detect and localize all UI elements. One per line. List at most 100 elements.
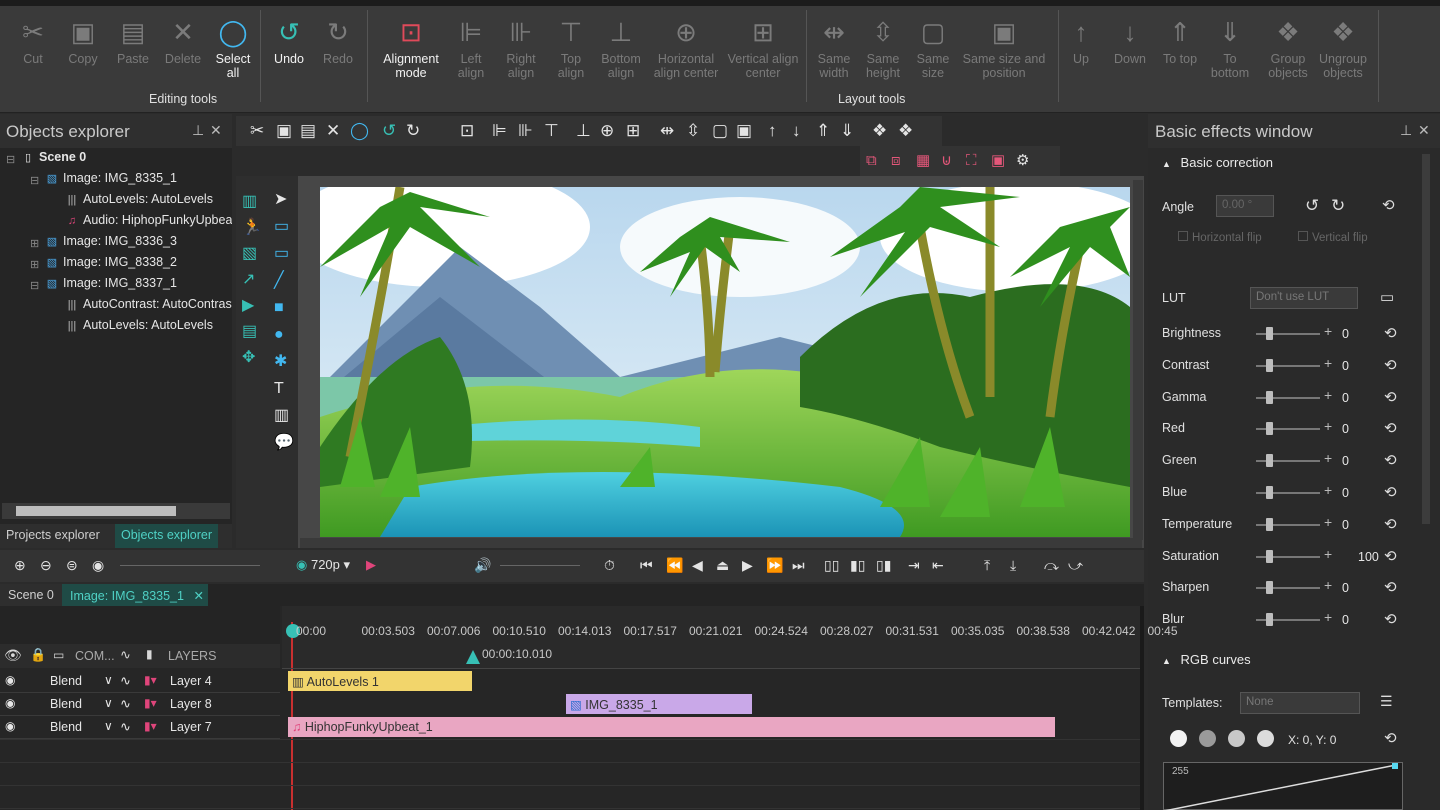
- skip-start-icon[interactable]: ⏮: [640, 555, 653, 575]
- scrollbar-thumb[interactable]: [16, 506, 176, 516]
- same-width-icon[interactable]: ⇹: [660, 121, 674, 141]
- layer-name[interactable]: Layer 8: [170, 697, 212, 711]
- layer-name[interactable]: Layer 4: [170, 674, 212, 688]
- plus-icon[interactable]: +: [1324, 450, 1332, 466]
- bottom-align-button[interactable]: ⊥ Bottom align: [596, 12, 646, 92]
- up-button[interactable]: ↑ Up: [1062, 12, 1100, 92]
- param-value[interactable]: 0: [1342, 359, 1349, 373]
- alignment-icon[interactable]: ⊡: [460, 121, 474, 141]
- close-icon[interactable]: ✕: [1418, 122, 1430, 139]
- left-align-icon[interactable]: ⊫: [492, 121, 507, 141]
- reset-icon[interactable]: ⟲: [1384, 356, 1397, 374]
- tab-image[interactable]: Image: IMG_8335_1 ✕: [62, 584, 208, 606]
- snap-start-icon[interactable]: ⇥: [908, 555, 920, 575]
- param-value[interactable]: 0: [1342, 518, 1349, 532]
- slider-knob[interactable]: [1266, 358, 1273, 372]
- trim-icon[interactable]: ▮▯: [850, 555, 865, 575]
- text-box-icon[interactable]: ▭: [274, 217, 289, 237]
- plus-icon[interactable]: +: [1324, 418, 1332, 434]
- snap-end-icon[interactable]: ⇤: [932, 555, 944, 575]
- callout-icon[interactable]: 💬: [274, 433, 294, 453]
- folder-icon[interactable]: ▭: [1380, 288, 1394, 306]
- same-size-pos-button[interactable]: ▣ Same size and position: [958, 12, 1050, 92]
- down-icon[interactable]: ↓: [792, 121, 801, 141]
- close-tab-icon[interactable]: ✕: [193, 589, 203, 603]
- rotate-left-icon[interactable]: ↺: [1305, 196, 1319, 216]
- tree-item[interactable]: ||| AutoLevels: AutoLevels: [64, 192, 232, 213]
- param-value[interactable]: 0: [1342, 327, 1349, 341]
- blend-mode-select[interactable]: Blend: [50, 674, 82, 688]
- param-slider[interactable]: [1256, 486, 1320, 499]
- tree-item[interactable]: ▧ Image: IMG_8338_2: [44, 255, 232, 276]
- slider-knob[interactable]: [1266, 581, 1273, 595]
- alignment-mode-button[interactable]: ⊡ Alignment mode: [374, 12, 448, 92]
- reset-icon[interactable]: ⟲: [1382, 196, 1395, 214]
- same-size-button[interactable]: ▢ Same size: [910, 12, 956, 92]
- tree-item[interactable]: ▯ Scene 0: [20, 150, 232, 171]
- reset-icon[interactable]: ⟲: [1384, 578, 1397, 596]
- plus-icon[interactable]: +: [1324, 577, 1332, 593]
- blend-mode-select[interactable]: Blend: [50, 720, 82, 734]
- rgb-curve-graph[interactable]: 255: [1163, 762, 1403, 810]
- timeline-clip[interactable]: ▥ AutoLevels 1: [288, 671, 472, 691]
- line-icon[interactable]: ╱: [274, 271, 284, 291]
- reset-icon[interactable]: ⟲: [1384, 419, 1397, 437]
- scene-preview-image[interactable]: [320, 187, 1130, 537]
- visibility-icon[interactable]: ◉: [5, 673, 15, 687]
- h-center-icon[interactable]: ⊕: [600, 121, 614, 141]
- stop-icon[interactable]: ⏏: [716, 555, 729, 575]
- right-align-icon[interactable]: ⊪: [518, 121, 533, 141]
- visibility-icon[interactable]: ◉: [5, 696, 15, 710]
- guides-icon[interactable]: ▣: [991, 151, 1005, 171]
- same-height-icon[interactable]: ⇳: [686, 121, 700, 141]
- subtitle-icon[interactable]: ▭: [274, 244, 289, 264]
- cut-button[interactable]: ✂ Cut: [8, 12, 58, 92]
- resolution-select[interactable]: ◉ 720p ▾: [296, 555, 350, 575]
- transition-icon[interactable]: ↗: [242, 270, 255, 290]
- basic-correction-section[interactable]: ▲ Basic correction: [1162, 155, 1273, 170]
- top-align-icon[interactable]: ⊤: [544, 121, 559, 141]
- param-value[interactable]: 0: [1342, 613, 1349, 627]
- param-value[interactable]: 0: [1342, 581, 1349, 595]
- plus-icon[interactable]: +: [1324, 323, 1332, 339]
- param-slider[interactable]: [1256, 549, 1320, 563]
- text-icon[interactable]: T: [274, 379, 284, 399]
- chart-bar-icon[interactable]: ▤: [242, 322, 257, 342]
- ungroup-button[interactable]: ❖ Ungroup objects: [1314, 12, 1372, 92]
- close-icon[interactable]: ✕: [210, 122, 222, 139]
- canvas-horizontal-scrollbar[interactable]: [300, 538, 1142, 548]
- group-button[interactable]: ❖ Group objects: [1263, 12, 1313, 92]
- audio-waveform-icon[interactable]: ∿: [120, 673, 131, 689]
- audio-waveform-icon[interactable]: ∿: [120, 696, 131, 712]
- param-value[interactable]: 100: [1358, 550, 1379, 564]
- chevron-down-icon[interactable]: ∨: [104, 696, 113, 710]
- reset-icon[interactable]: ⟲: [1384, 483, 1397, 501]
- tree-item[interactable]: ▧ Image: IMG_8336_3: [44, 234, 232, 255]
- param-value[interactable]: 0: [1342, 486, 1349, 500]
- param-slider[interactable]: [1256, 422, 1320, 436]
- zoom-out-icon[interactable]: ⊖: [40, 555, 52, 575]
- step-back-icon[interactable]: ◀: [692, 555, 703, 575]
- align-bottom-icon[interactable]: ⤓: [1010, 555, 1016, 575]
- tree-item[interactable]: ||| AutoLevels: AutoLevels: [64, 318, 232, 339]
- pointer-icon[interactable]: ➤: [274, 190, 287, 210]
- opacity-icon[interactable]: ▮▾: [144, 696, 157, 710]
- delete-icon[interactable]: ✕: [326, 121, 340, 141]
- same-height-button[interactable]: ⇳ Same height: [860, 12, 906, 92]
- link-icon[interactable]: ⤼: [1044, 555, 1059, 575]
- param-slider[interactable]: [1256, 358, 1320, 372]
- select-all-button[interactable]: ◯ Select all: [208, 12, 258, 92]
- to-bottom-button[interactable]: ⇓ To bottom: [1204, 12, 1256, 92]
- volume-slider[interactable]: [500, 565, 580, 566]
- plus-icon[interactable]: +: [1324, 387, 1332, 403]
- bottom-align-icon[interactable]: ⊥: [576, 121, 591, 141]
- param-slider[interactable]: [1256, 517, 1320, 531]
- param-value[interactable]: 0: [1342, 391, 1349, 405]
- reset-icon[interactable]: ⟲: [1384, 610, 1397, 628]
- shape-icon[interactable]: ✱: [274, 352, 287, 372]
- reset-icon[interactable]: ⟲: [1384, 388, 1397, 406]
- tab-scene[interactable]: Scene 0: [0, 584, 62, 606]
- top-align-button[interactable]: ⊤ Top align: [550, 12, 592, 92]
- grid-icon[interactable]: ▦: [916, 151, 930, 171]
- slider-knob[interactable]: [1266, 454, 1273, 468]
